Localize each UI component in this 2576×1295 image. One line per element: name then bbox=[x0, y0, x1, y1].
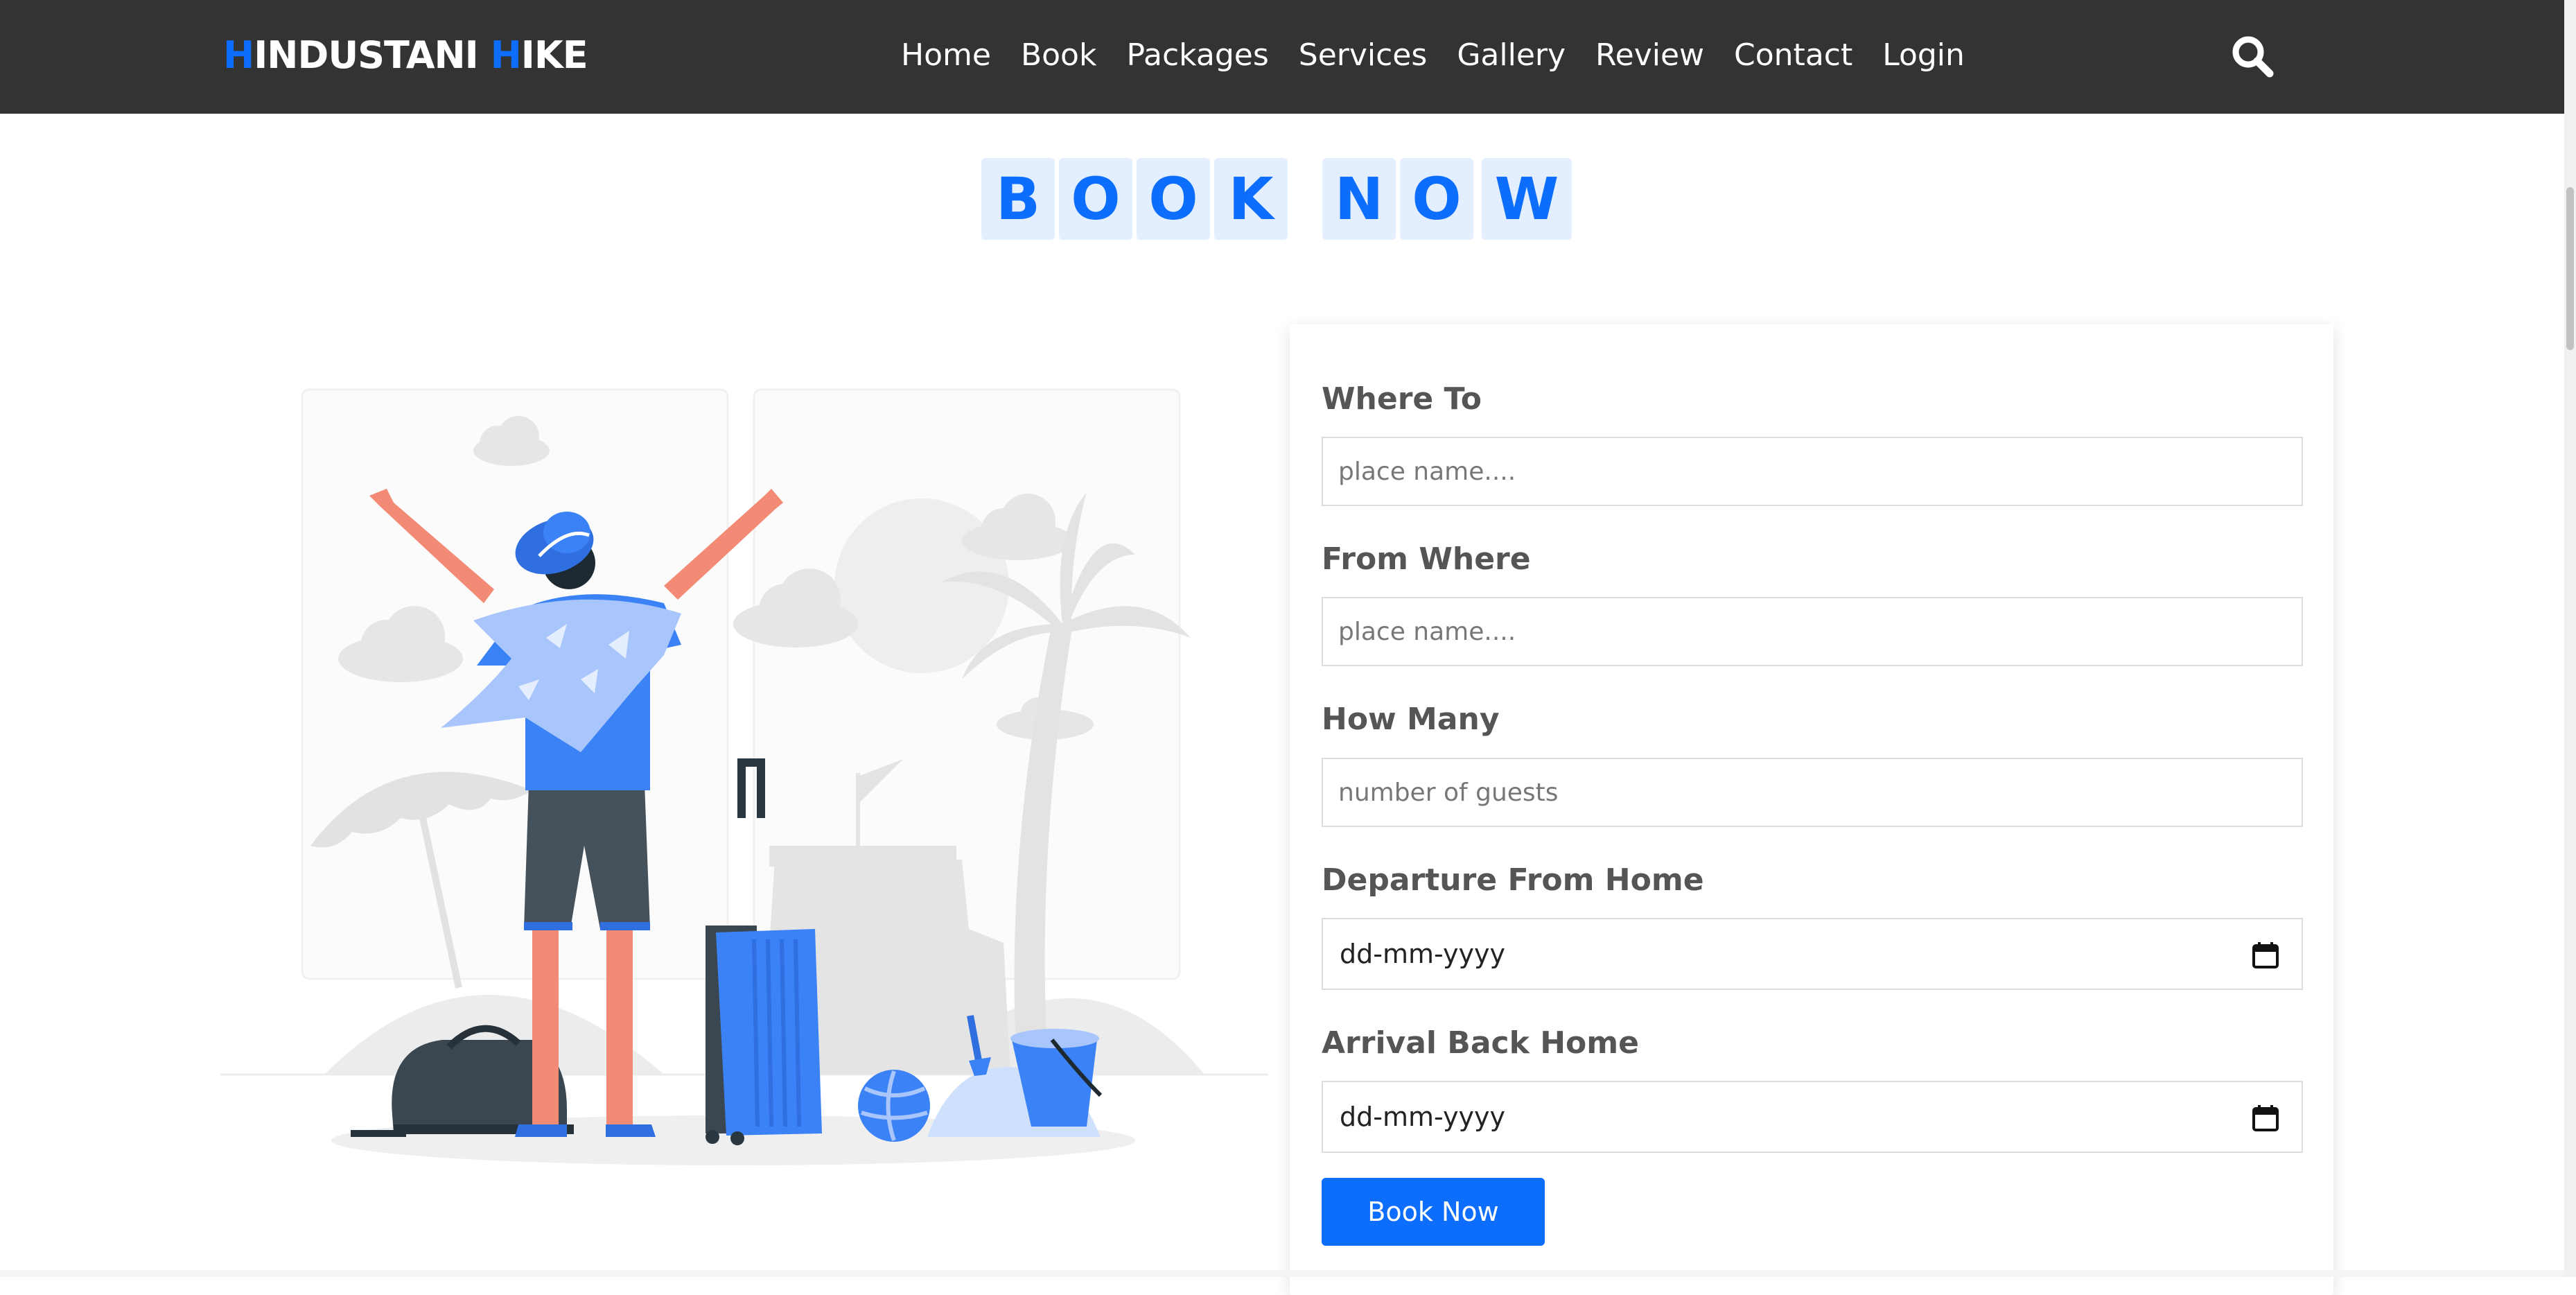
nav-packages[interactable]: Packages bbox=[1126, 33, 1268, 78]
departure-date-input[interactable]: dd-mm-yyyy bbox=[1322, 918, 2303, 990]
heading-letter: K bbox=[1214, 158, 1288, 240]
departure-label: Departure From Home bbox=[1322, 862, 1704, 898]
arrival-label: Arrival Back Home bbox=[1322, 1025, 1639, 1061]
how-many-label: How Many bbox=[1322, 702, 1500, 737]
page-bottom-edge bbox=[0, 1270, 2564, 1277]
heading-letter: O bbox=[1059, 158, 1132, 240]
heading-letter: N bbox=[1322, 158, 1396, 240]
nav-book[interactable]: Book bbox=[1021, 33, 1097, 78]
departure-date-value: dd-mm-yyyy bbox=[1340, 939, 1505, 969]
from-where-input[interactable] bbox=[1322, 597, 2303, 666]
nav-review[interactable]: Review bbox=[1595, 33, 1704, 78]
nav-services[interactable]: Services bbox=[1299, 33, 1428, 78]
heading-letter: O bbox=[1137, 158, 1210, 240]
heading-letter: W bbox=[1482, 158, 1572, 240]
nav-contact[interactable]: Contact bbox=[1734, 33, 1852, 78]
calendar-icon[interactable] bbox=[2252, 1104, 2279, 1132]
search-icon[interactable] bbox=[2230, 34, 2275, 78]
scrollbar-thumb[interactable] bbox=[2566, 187, 2574, 350]
site-logo[interactable]: HINDUSTANI HIKE bbox=[223, 29, 588, 82]
nav-home[interactable]: Home bbox=[901, 33, 991, 78]
traveler-illustration bbox=[220, 388, 1268, 1165]
nav-login[interactable]: Login bbox=[1882, 33, 1965, 78]
guests-input[interactable] bbox=[1322, 758, 2303, 827]
heading-letter: O bbox=[1400, 158, 1473, 240]
heading-letter: B bbox=[981, 158, 1055, 240]
where-to-input[interactable] bbox=[1322, 437, 2303, 506]
calendar-icon[interactable] bbox=[2252, 941, 2279, 969]
main-nav: Home Book Packages Services Gallery Revi… bbox=[901, 33, 1995, 78]
book-now-button[interactable]: Book Now bbox=[1322, 1178, 1545, 1246]
booking-form: Where To From Where How Many Departure F… bbox=[1290, 324, 2333, 1295]
from-where-label: From Where bbox=[1322, 541, 1531, 577]
where-to-label: Where To bbox=[1322, 381, 1482, 417]
arrival-date-input[interactable]: dd-mm-yyyy bbox=[1322, 1081, 2303, 1153]
nav-gallery[interactable]: Gallery bbox=[1457, 33, 1566, 78]
arrival-date-value: dd-mm-yyyy bbox=[1340, 1102, 1505, 1132]
top-navbar: HINDUSTANI HIKE Home Book Packages Servi… bbox=[0, 0, 2564, 114]
